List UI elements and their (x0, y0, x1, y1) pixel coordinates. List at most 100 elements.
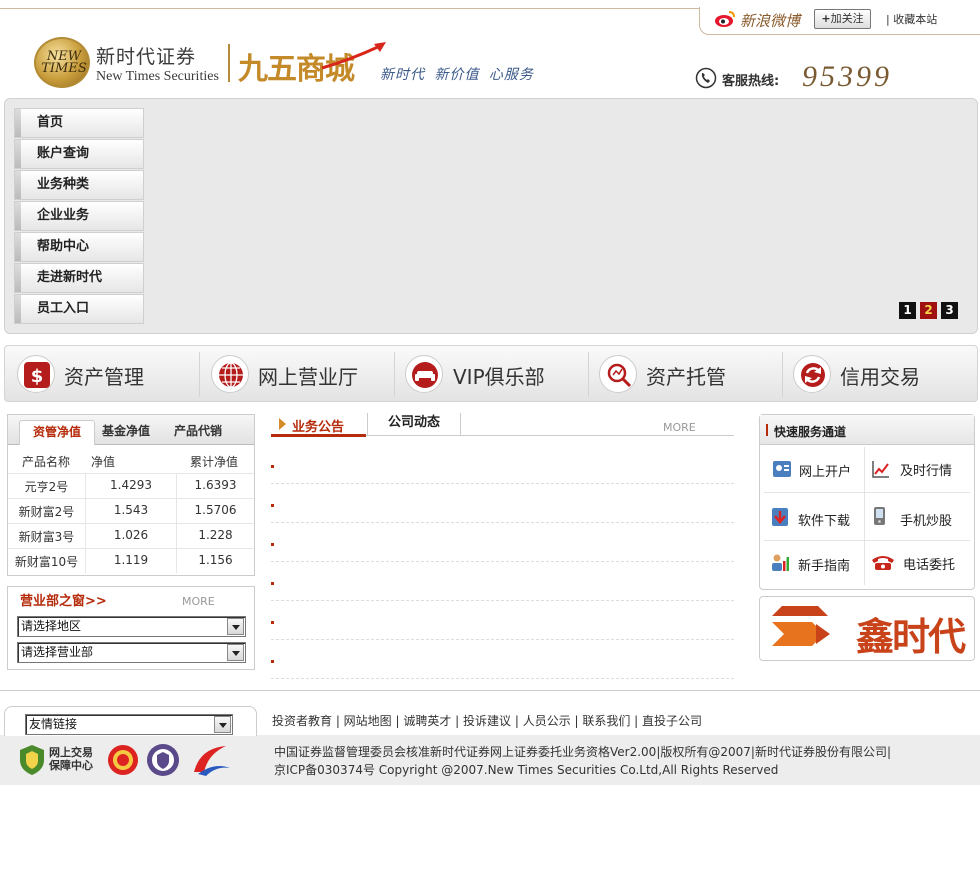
sofa-icon (405, 355, 443, 393)
weibo-label[interactable]: 新浪微博 (740, 10, 800, 31)
company-name-cn: 新时代证券 (96, 46, 197, 68)
tab-product-sales[interactable]: 产品代销 (168, 420, 228, 445)
follow-label: 加关注 (830, 12, 864, 25)
xinshidai-logo-icon (772, 606, 830, 646)
quick-mobile-trading[interactable]: 手机炒股 (868, 497, 968, 539)
slide-page-2[interactable]: 2 (920, 302, 937, 319)
slide-page-1[interactable]: 1 (899, 302, 916, 319)
service-vip-club[interactable]: VIP俱乐部 (395, 346, 589, 401)
id-card-icon (773, 461, 791, 477)
nav-item-business[interactable]: 业务种类 (14, 170, 144, 200)
tab-business-notices[interactable]: 业务公告 (292, 416, 344, 435)
footer-copyright-line1: 中国证券监督管理委员会核准新时代证券网上证券委托业务资格Ver2.00|版权所有… (274, 745, 891, 759)
swoosh-badge-icon[interactable] (190, 742, 232, 778)
shield-badge-icon[interactable] (18, 744, 46, 776)
chevron-down-icon (227, 618, 244, 635)
cell-nav: 1.543 (113, 503, 149, 517)
chart-icon (872, 461, 889, 478)
region-select[interactable]: 请选择地区 (17, 616, 246, 637)
footer-copyright-line2: 京ICP备030374号 Copyright @2007.New Times S… (274, 763, 779, 777)
tab-fund-nav[interactable]: 基金净值 (96, 420, 156, 445)
friend-links-select[interactable]: 友情链接 (25, 714, 233, 735)
list-divider (271, 600, 734, 601)
quick-realtime-quotes[interactable]: 及时行情 (868, 450, 968, 492)
download-icon (772, 508, 788, 526)
nav-item-home[interactable]: 首页 (14, 108, 144, 138)
footer-links[interactable]: 投资者教育 | 网站地图 | 诚聘英才 | 投诉建议 | 人员公示 | 联系我们… (272, 712, 702, 729)
active-tab-underline (271, 434, 366, 437)
service-asset-management[interactable]: $ 资产管理 (5, 346, 199, 401)
list-bullet (271, 582, 274, 585)
cell-cumulative: 1.5706 (194, 503, 237, 517)
branch-select[interactable]: 请选择营业部 (17, 642, 246, 663)
bookmark-link[interactable]: | 收藏本站 (886, 11, 937, 27)
cell-nav: 1.4293 (110, 478, 152, 492)
quick-label: 电话委托 (903, 558, 956, 573)
news-more-link[interactable]: MORE (663, 421, 696, 434)
follow-button[interactable]: +加关注 (814, 9, 871, 29)
tab-managed-nav[interactable]: 资管净值 (19, 420, 95, 445)
hotline-label: 客服热线: (722, 74, 780, 89)
mall-arrow-icon (321, 42, 386, 70)
cell-cumulative: 1.6393 (194, 478, 237, 492)
service-custody[interactable]: 资产托管 (589, 346, 783, 401)
branch-select-value: 请选择营业部 (21, 645, 94, 659)
quick-open-account[interactable]: 网上开户 (764, 450, 864, 492)
table-row: 新财富3号 1.026 1.228 (8, 523, 254, 548)
cell-nav: 1.026 (113, 528, 149, 542)
hotline-number: 95399 (802, 60, 892, 93)
logo-badge-text: NEW TIMES (41, 49, 87, 76)
quick-phone-order[interactable]: 电话委托 (868, 543, 968, 585)
slogan: 新时代 新价值 心服务 (380, 67, 534, 83)
nav-item-about[interactable]: 走进新时代 (14, 263, 144, 293)
friend-links-value: 友情链接 (29, 717, 78, 731)
table-row: 新财富2号 1.543 1.5706 (8, 498, 254, 523)
quick-beginner-guide[interactable]: 新手指南 (764, 543, 864, 585)
nav-item-help[interactable]: 帮助中心 (14, 232, 144, 262)
cell-product: 新财富3号 (18, 530, 75, 544)
list-bullet (271, 660, 274, 663)
tab-company-news[interactable]: 公司动态 (367, 413, 461, 435)
nav-item-enterprise[interactable]: 企业业务 (14, 201, 144, 231)
plus-icon: + (821, 12, 831, 25)
nav-item-staff[interactable]: 员工入口 (14, 294, 144, 324)
cell-product: 新财富2号 (18, 505, 75, 519)
svg-text:$: $ (31, 366, 44, 387)
branch-more-link[interactable]: MORE (182, 595, 215, 608)
service-label: 资产托管 (646, 365, 726, 389)
quick-label: 软件下载 (798, 514, 851, 529)
chevron-down-icon (214, 716, 231, 733)
title-marker (766, 424, 768, 436)
phone-icon (695, 67, 717, 89)
list-divider (271, 483, 734, 484)
quick-software-download[interactable]: 软件下载 (764, 497, 864, 539)
slide-page-3[interactable]: 3 (941, 302, 958, 319)
company-name-en: New Times Securities (96, 69, 219, 84)
triangle-right-icon (279, 418, 286, 430)
branch-title[interactable]: 营业部之窗>> (20, 590, 107, 609)
company-logo-badge[interactable]: NEW TIMES (34, 37, 90, 88)
service-online-hall[interactable]: 网上营业厅 (200, 346, 394, 401)
guide-icon (772, 554, 789, 571)
list-bullet (271, 504, 274, 507)
list-divider (271, 639, 734, 640)
quick-label: 及时行情 (900, 464, 953, 479)
nav-item-account[interactable]: 账户查询 (14, 139, 144, 169)
quick-label: 手机炒股 (900, 514, 953, 529)
weibo-icon[interactable] (714, 10, 736, 28)
list-bullet (271, 621, 274, 624)
column-header-cumulative: 累计净值 (190, 455, 239, 469)
police-badge-icon[interactable] (107, 743, 139, 777)
security-badge-icon[interactable] (146, 742, 180, 778)
service-label: VIP俱乐部 (453, 365, 545, 389)
quick-divider (864, 447, 865, 585)
logo-divider (228, 44, 230, 82)
footer-divider (0, 690, 980, 691)
list-bullet (271, 543, 274, 546)
quick-label: 新手指南 (798, 559, 851, 574)
column-header-product: 产品名称 (22, 455, 71, 469)
trading-protection-center[interactable]: 网上交易保障中心 (49, 746, 99, 772)
list-bullet (271, 465, 274, 468)
list-divider (271, 561, 734, 562)
service-credit-trading[interactable]: 信用交易 (783, 346, 977, 401)
